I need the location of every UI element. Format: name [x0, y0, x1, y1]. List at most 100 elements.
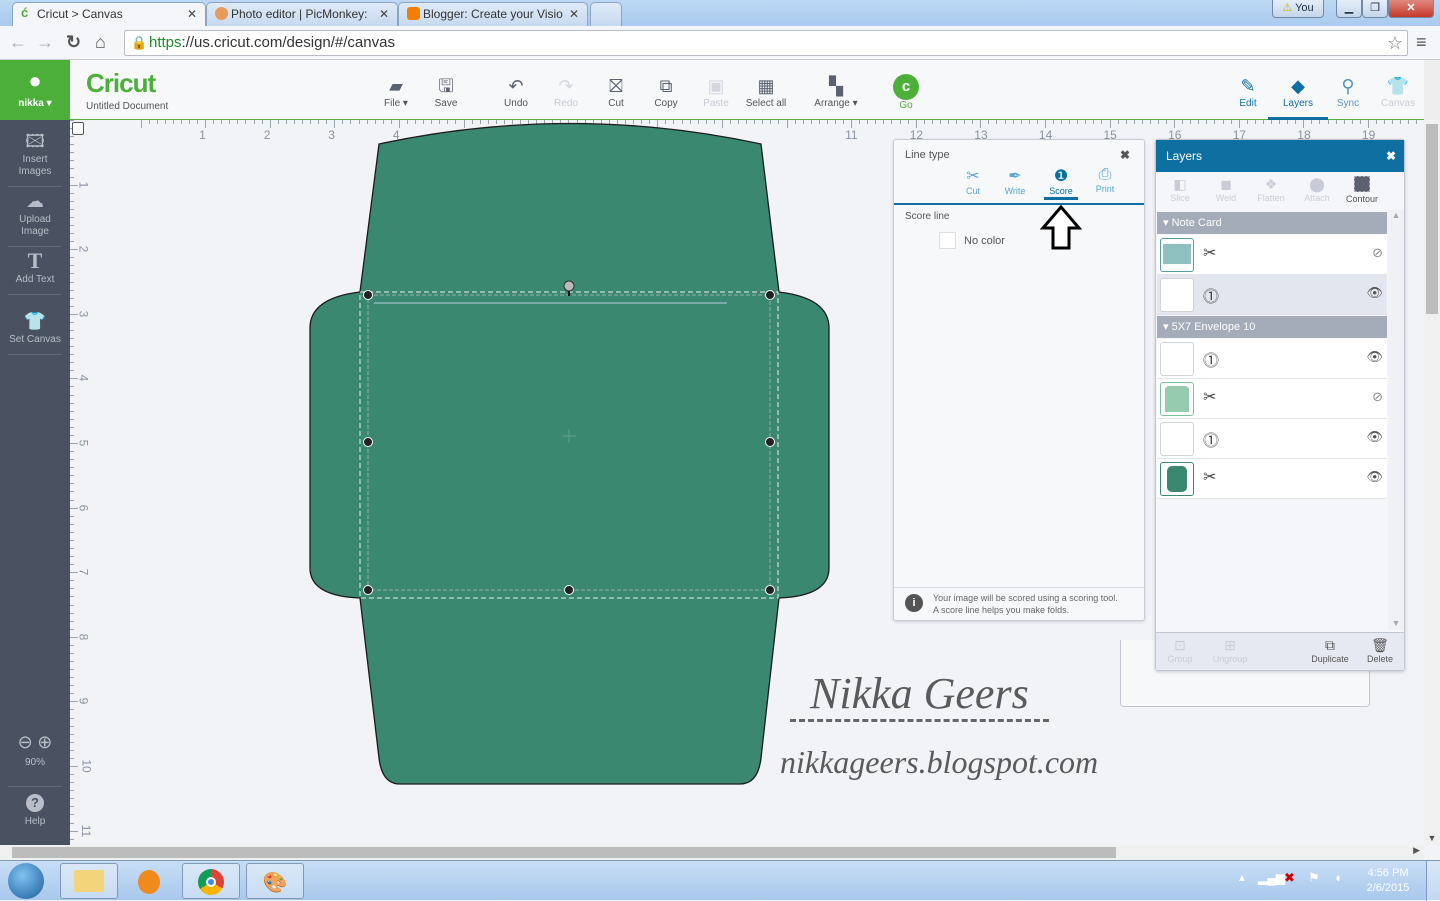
layer-row[interactable]: ⓵ 👁: [1157, 275, 1387, 315]
close-window-button[interactable]: ✕: [1388, 0, 1434, 18]
resize-handle[interactable]: [363, 585, 373, 595]
action-center-flag-icon[interactable]: ⚑: [1308, 870, 1320, 886]
zoom-out-icon[interactable]: ⊖: [18, 732, 33, 752]
eye-hidden-icon[interactable]: ⊘: [1372, 389, 1383, 405]
url-bar[interactable]: 🔒 https://us.cricut.com/design/#/canvas …: [124, 30, 1408, 56]
sidebar-item-upload-image[interactable]: ☁ Upload Image: [8, 190, 62, 247]
sidebar-item-add-text[interactable]: T Add Text: [8, 250, 62, 295]
cloud-upload-icon: ☁: [26, 191, 44, 211]
layer-row[interactable]: ✂ ⊘: [1157, 379, 1387, 419]
ruler-label: 3: [76, 310, 91, 318]
tab-picmonkey[interactable]: Photo editor | PicMonkey: ✕: [206, 2, 398, 26]
close-icon[interactable]: ✖: [1120, 148, 1130, 162]
layer-group-note-card[interactable]: ▾ Note Card: [1157, 212, 1387, 234]
layer-row[interactable]: ⓵ 👁: [1157, 419, 1387, 459]
ruler-tick: [70, 321, 74, 323]
bookmark-star-icon[interactable]: ☆: [1387, 31, 1403, 55]
scrollbar-thumb[interactable]: [1426, 124, 1438, 314]
home-button[interactable]: ⌂: [95, 32, 106, 52]
resize-handle[interactable]: [363, 290, 373, 300]
tab-blogger[interactable]: Blogger: Create your Visio ✕: [398, 2, 588, 26]
rotate-handle[interactable]: [563, 280, 575, 292]
ruler-corner-handle[interactable]: [72, 122, 84, 135]
go-button[interactable]: c Go: [876, 74, 936, 111]
tab-canvas[interactable]: 👕 Canvas: [1368, 74, 1428, 109]
zoom-in-icon[interactable]: ⊕: [37, 732, 52, 752]
resize-handle[interactable]: [765, 437, 775, 447]
weld-button[interactable]: ◼ Weld: [1212, 176, 1240, 203]
layer-group-envelope[interactable]: ▾ 5X7 Envelope 10: [1157, 316, 1387, 338]
taskbar-media-player[interactable]: [120, 863, 178, 899]
user-menu[interactable]: ● nikka ▾: [0, 60, 70, 120]
delete-button[interactable]: 🗑 Delete: [1360, 637, 1400, 664]
attach-button[interactable]: ⬤ Attach: [1300, 176, 1334, 203]
restore-button[interactable]: ❐: [1362, 0, 1388, 18]
ungroup-button[interactable]: ⊞ Ungroup: [1208, 637, 1252, 664]
duplicate-button[interactable]: ⧉ Duplicate: [1306, 637, 1354, 664]
eye-icon[interactable]: 👁: [1366, 469, 1383, 485]
envelope-shape[interactable]: [300, 118, 840, 788]
layer-row[interactable]: ✂ ⊘: [1157, 235, 1387, 275]
horizontal-scrollbar[interactable]: ▶: [0, 845, 1424, 860]
color-swatch[interactable]: [939, 232, 956, 249]
tab-cricut-canvas[interactable]: ć Cricut > Canvas ✕: [12, 2, 206, 26]
back-button[interactable]: ←: [9, 32, 27, 52]
minimize-button[interactable]: ▁: [1336, 0, 1362, 18]
group-button[interactable]: ⊡ Group: [1162, 637, 1198, 664]
taskbar-chrome[interactable]: [182, 863, 240, 899]
eye-hidden-icon[interactable]: ⊘: [1372, 245, 1383, 261]
scroll-right-arrow[interactable]: ▶: [1413, 845, 1420, 856]
volume-icon[interactable]: ◖: [1334, 870, 1342, 885]
linetype-cut[interactable]: ✂ Cut: [958, 166, 988, 196]
eye-icon[interactable]: 👁: [1366, 429, 1383, 445]
help-button[interactable]: ? Help: [0, 794, 70, 827]
ruler-tick: [70, 410, 74, 412]
slice-button[interactable]: ◧ Slice: [1166, 176, 1194, 203]
system-clock[interactable]: 4:56 PM 2/6/2015: [1360, 866, 1416, 896]
arrange-menu-button[interactable]: ▚ Arrange ▾: [806, 74, 866, 109]
linetype-write[interactable]: ✒ Write: [1000, 166, 1030, 196]
close-tab-icon[interactable]: ✕: [569, 7, 579, 21]
ruler-tick: [70, 830, 78, 832]
signal-icon[interactable]: ▂▄▆: [1258, 871, 1285, 885]
reload-button[interactable]: ↻: [66, 32, 81, 52]
resize-handle[interactable]: [564, 585, 574, 595]
scrollbar-thumb[interactable]: [12, 847, 1116, 858]
vertical-scrollbar[interactable]: ▼: [1424, 120, 1440, 845]
flatten-button[interactable]: ❖ Flatten: [1254, 176, 1288, 203]
ruler-tick: [70, 200, 74, 202]
sidebar-item-set-canvas[interactable]: 👕 Set Canvas: [8, 310, 62, 355]
close-tab-icon[interactable]: ✕: [187, 7, 197, 21]
eye-icon[interactable]: 👁: [1366, 349, 1383, 365]
forward-button[interactable]: →: [36, 32, 54, 52]
resize-handle[interactable]: [765, 290, 775, 300]
new-tab-button[interactable]: [590, 2, 622, 26]
resize-handle[interactable]: [363, 437, 373, 447]
start-button[interactable]: [8, 863, 44, 899]
contour-button[interactable]: Contour: [1342, 176, 1382, 204]
close-icon[interactable]: ✖: [1386, 140, 1396, 172]
document-title[interactable]: Untitled Document: [86, 101, 168, 112]
ruler-tick: [269, 120, 271, 128]
sidebar-item-insert-images[interactable]: 🖾 Insert Images: [8, 130, 62, 187]
chrome-menu-icon[interactable]: ≡: [1416, 32, 1427, 52]
profile-button[interactable]: ⚠ You: [1272, 0, 1324, 18]
scroll-down-arrow[interactable]: ▼: [1424, 833, 1440, 843]
taskbar-explorer[interactable]: [60, 863, 118, 899]
close-tab-icon[interactable]: ✕: [379, 7, 389, 21]
ruler-tick: [980, 120, 982, 128]
layers-scrollbar[interactable]: ▲ ▼: [1388, 210, 1404, 630]
layer-row[interactable]: ⓵ 👁: [1157, 339, 1387, 379]
resize-handle[interactable]: [765, 585, 775, 595]
layer-row[interactable]: ✂ 👁: [1157, 459, 1387, 499]
linetype-score[interactable]: ❶ Score: [1044, 166, 1078, 200]
save-button[interactable]: 🖫 Save: [416, 74, 476, 109]
show-desktop-button[interactable]: [1426, 861, 1440, 901]
select-all-button[interactable]: ▦ Select all: [736, 74, 796, 109]
power-icon[interactable]: ✖: [1284, 870, 1295, 886]
ruler-tick: [883, 120, 885, 124]
show-hidden-icons[interactable]: ▲: [1237, 873, 1247, 884]
taskbar-paint[interactable]: 🎨: [246, 863, 304, 899]
eye-icon[interactable]: 👁: [1366, 285, 1383, 301]
linetype-print[interactable]: ⎙ Print: [1090, 166, 1120, 194]
